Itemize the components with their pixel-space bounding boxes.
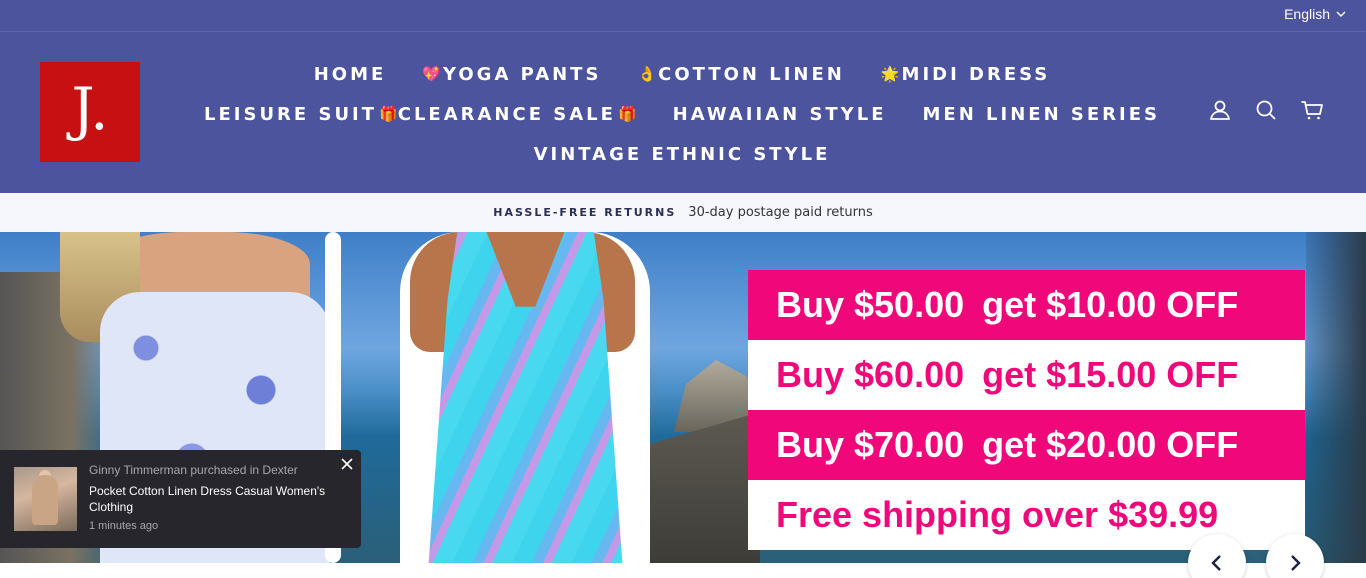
nav-label: LEISURE SUIT: [204, 103, 378, 125]
promo-get: get $15.00 OFF: [982, 354, 1239, 395]
close-icon[interactable]: [340, 457, 354, 471]
nav-label: HOME: [313, 63, 387, 85]
promo-buy: Buy $50.00: [776, 284, 965, 325]
popup-purchaser: Ginny Timmerman purchased in Dexter: [89, 463, 298, 477]
nav-item-leisure-suit[interactable]: LEISURE SUIT 🎁: [204, 104, 398, 125]
nav-label: COTTON LINEN: [658, 63, 845, 85]
nav-item-yoga-pants[interactable]: 💖 YOGA PANTS: [422, 64, 601, 85]
promo-buy: Buy $60.00: [776, 354, 965, 395]
gift-icon: 🎁: [617, 105, 637, 123]
account-icon[interactable]: [1208, 98, 1232, 122]
nav-label: YOGA PANTS: [442, 63, 602, 85]
nav-item-midi-dress[interactable]: 🌟 MIDI DRESS: [881, 64, 1050, 85]
model-striped-dress: [400, 232, 700, 563]
announcement-bar: HASSLE-FREE RETURNS 30-day postage paid …: [0, 193, 1366, 232]
popup-time: 1 minutes ago: [89, 520, 159, 532]
top-bar: English: [0, 0, 1366, 31]
heart-icon: 💖: [422, 65, 441, 83]
nav-label: CLEARANCE SALE: [397, 103, 616, 125]
cart-icon[interactable]: [1300, 98, 1324, 122]
popup-product-link[interactable]: Pocket Cotton Linen Dress Casual Women's…: [89, 483, 339, 515]
announcement-title: HASSLE-FREE RETURNS: [493, 206, 677, 219]
product-thumbnail[interactable]: [14, 467, 77, 531]
promo-get: get $20.00 OFF: [982, 424, 1239, 465]
nav-item-hawaiian-style[interactable]: HAWAIIAN STYLE: [673, 104, 887, 125]
nav-item-cotton-linen[interactable]: 👌 COTTON LINEN: [637, 64, 844, 85]
promo-buy: Buy $70.00: [776, 424, 965, 465]
search-icon[interactable]: [1254, 98, 1278, 122]
nav-label: MIDI DRESS: [901, 63, 1051, 85]
nav-row-1: HOME 💖 YOGA PANTS 👌 COTTON LINEN 🌟 MIDI …: [200, 54, 1164, 94]
railing-background: [1306, 232, 1366, 563]
announcement-text: 30-day postage paid returns: [688, 205, 873, 220]
recent-purchase-popup[interactable]: Ginny Timmerman purchased in Dexter Pock…: [0, 450, 361, 548]
logo-text: J.: [71, 75, 109, 143]
site-header: J. HOME 💖 YOGA PANTS 👌 COTTON LINEN 🌟 MI…: [0, 31, 1366, 193]
thumbnail-figure: [32, 475, 58, 525]
language-label: English: [1284, 6, 1330, 22]
star-icon: 🌟: [880, 65, 900, 83]
nav-item-men-linen-series[interactable]: MEN LINEN SERIES: [923, 104, 1160, 125]
promo-row: Buy $60.00 get $15.00 OFF: [748, 340, 1305, 410]
promo-shipping: Free shipping over $39.99: [776, 494, 1219, 535]
promo-row: Buy $50.00 get $10.00 OFF: [748, 270, 1305, 340]
header-icons: [1208, 98, 1324, 122]
nav-item-home[interactable]: HOME: [314, 64, 387, 85]
promo-get: get $10.00 OFF: [982, 284, 1239, 325]
nav-row-3: VINTAGE ETHNIC STYLE: [200, 134, 1164, 174]
nav-label: MEN LINEN SERIES: [922, 103, 1160, 125]
nav-label: HAWAIIAN STYLE: [672, 103, 887, 125]
chevron-down-icon: [1336, 11, 1346, 17]
language-selector[interactable]: English: [1284, 6, 1346, 22]
logo[interactable]: J.: [40, 62, 140, 162]
ok-hand-icon: 👌: [637, 65, 657, 83]
promo-box: Buy $50.00 get $10.00 OFF Buy $60.00 get…: [748, 270, 1305, 550]
nav-label: VINTAGE ETHNIC STYLE: [533, 143, 831, 165]
chevron-right-icon: [1291, 555, 1301, 571]
main-nav: HOME 💖 YOGA PANTS 👌 COTTON LINEN 🌟 MIDI …: [200, 54, 1164, 174]
nav-item-clearance-sale[interactable]: CLEARANCE SALE 🎁: [398, 104, 637, 125]
nav-row-2: LEISURE SUIT 🎁 CLEARANCE SALE 🎁 HAWAIIAN…: [200, 94, 1164, 134]
gift-icon: 🎁: [379, 105, 398, 123]
chevron-left-icon: [1211, 555, 1221, 571]
nav-item-vintage-ethnic-style[interactable]: VINTAGE ETHNIC STYLE: [534, 144, 831, 165]
promo-row: Buy $70.00 get $20.00 OFF: [748, 410, 1305, 480]
